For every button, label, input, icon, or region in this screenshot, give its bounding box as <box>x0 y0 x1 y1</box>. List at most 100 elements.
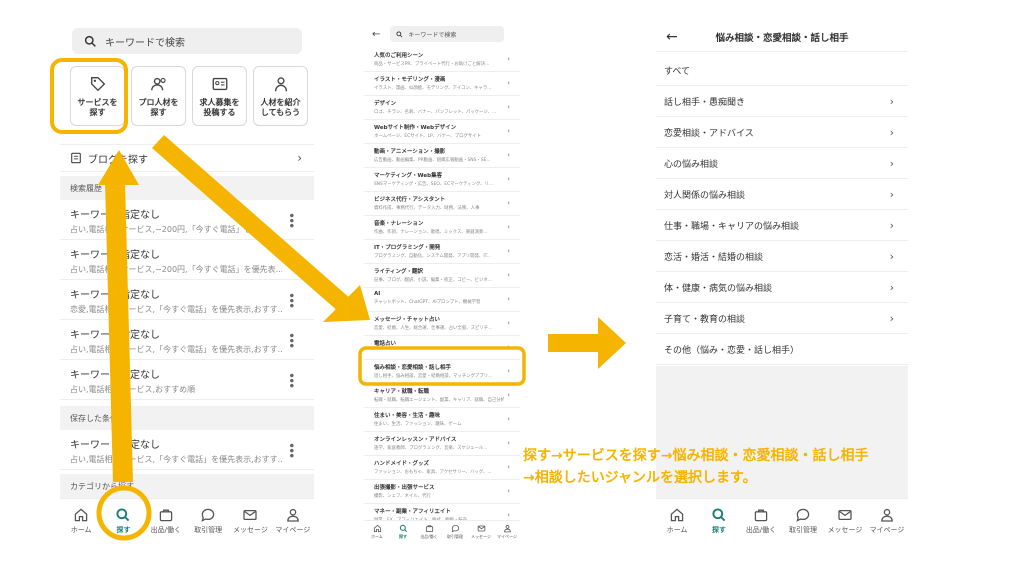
tab-mypage[interactable]: マイページ <box>866 499 908 542</box>
subcategory-row[interactable]: 恋愛相談・アドバイス › <box>656 117 908 148</box>
tab-label: 取引管理 <box>194 525 223 534</box>
tab-messages[interactable]: メッセージ <box>824 499 866 542</box>
tab-sell[interactable]: 出品/働く <box>740 499 782 542</box>
more-icon[interactable]: ••• <box>284 332 298 347</box>
subcategory-row[interactable]: 子育て・教育の相談 › <box>656 303 908 334</box>
category-name: Webサイト制作・Webデザイン <box>374 125 457 131</box>
tab-home[interactable]: ホーム <box>656 499 698 542</box>
history-sub: 占い,電話相談サービス,おすすめ順 <box>70 385 196 394</box>
search-bar[interactable]: キーワードで検索 <box>72 28 302 54</box>
category-name: AI <box>374 291 381 297</box>
user-icon <box>286 508 299 522</box>
chevron-right-icon: › <box>507 319 510 327</box>
history-item[interactable]: キーワード指定なし 占い,電話相談サービス,~200円,「今すぐ電話」を表...… <box>60 200 314 240</box>
subcategory-row[interactable]: 仕事・職場・キャリアの悩み相談 › <box>656 210 908 241</box>
subcategory-row[interactable]: 恋活・婚活・結婚の相談 › <box>656 241 908 272</box>
find-blog-row[interactable]: ブログを探す › <box>60 144 314 172</box>
search-home-screen: キーワードで検索 サービスを 探す プロ人材を 探す 求人募集を 投稿する 人材… <box>60 22 314 542</box>
tab-label: 探す <box>712 525 726 534</box>
more-icon[interactable]: ••• <box>284 372 298 387</box>
bottom-tab-bar: ホーム 探す 出品/働く 取引管理 メッセージ マイページ <box>656 498 908 542</box>
category-row[interactable]: ライティング・翻訳 記事、ブログ、翻訳、小説、編集・校正、コピー、ビジネ... › <box>364 264 520 288</box>
category-name: イラスト・モデリング・漫画 <box>374 77 446 83</box>
subcategory-row[interactable]: すべて <box>656 55 908 86</box>
tab-label: マイページ <box>869 525 905 534</box>
history-sub: 占い,電話相談サービス,~200円,「今すぐ電話」を表... <box>70 225 268 234</box>
bag-icon <box>159 509 173 521</box>
category-row[interactable]: マーケティング・Web集客 SNSマーケティング・広告、SEO、ECマーケティング… <box>364 168 520 192</box>
category-name: 住まい・美容・生活・趣味 <box>374 413 441 419</box>
category-row[interactable]: イラスト・モデリング・漫画 イラスト、漫画、似顔絵、モデリング、アイコン、キャラ.… <box>364 72 520 96</box>
more-icon[interactable]: ••• <box>284 292 298 307</box>
more-icon[interactable]: ••• <box>284 212 298 227</box>
search-icon <box>84 35 96 47</box>
tab-transactions[interactable]: 取引管理 <box>782 499 824 542</box>
history-item[interactable]: キーワード指定なし 占い,電話相談サービス,「今すぐ電話」を優先表示,おすす..… <box>60 320 314 360</box>
more-icon[interactable]: ••• <box>284 442 298 457</box>
category-name: 音楽・ナレーション <box>374 221 424 227</box>
tab-transactions[interactable]: 取引管理 <box>187 499 229 542</box>
history-item[interactable]: キーワード指定なし 占い,電話相談サービス,おすすめ順 ••• <box>60 360 314 400</box>
category-row[interactable]: 動画・アニメーション・撮影 広告動画、動画編集、PR動画、組織広報動画・SNS・S… <box>364 144 520 168</box>
search-bar[interactable]: キーワードで検索 <box>390 26 505 42</box>
subcategory-label: すべて <box>664 66 691 77</box>
category-row[interactable]: キャリア・就職・転職 転職・就職、転職エージェント、副業、キャリア、就職、自己分析… <box>364 384 520 408</box>
category-row[interactable]: IT・プログラミング・開発 プログラミング、自動化、システム開発、アプリ開発、IT… <box>364 240 520 264</box>
find-pro-tile[interactable]: プロ人材を 探す <box>131 66 186 126</box>
tab-search[interactable]: 探す <box>102 499 144 542</box>
tab-search[interactable]: 探す <box>390 521 416 542</box>
history-title: キーワード指定なし <box>70 330 160 341</box>
subcategory-row[interactable]: その他（悩み・恋愛・話し相手） <box>656 334 908 365</box>
tab-label: マイページ <box>275 525 311 534</box>
category-row[interactable]: 電話占い › <box>364 336 520 360</box>
category-row[interactable]: AI チャットボット、ChatGPT、AIプロンプト、機械学習 › <box>364 288 520 312</box>
subcategory-label: 話し相手・愚痴聞き <box>664 97 746 108</box>
category-row[interactable]: 出張撮影・出張サービス 撮影、シェフ、ネイル、代行 › <box>364 480 520 504</box>
history-title: キーワード指定なし <box>70 290 160 301</box>
history-item[interactable]: キーワード指定なし 恋愛,電話相談サービス,「今すぐ電話」を優先表示,おすす..… <box>60 280 314 320</box>
category-row[interactable]: 音楽・ナレーション 作曲、作詞、ナレーション、歌唱、ミックス、楽器演奏... › <box>364 216 520 240</box>
tab-mypage[interactable]: マイページ <box>494 521 520 542</box>
more-icon[interactable]: ••• <box>284 252 298 267</box>
tab-mypage[interactable]: マイページ <box>272 499 314 542</box>
history-header: 検索履歴 <box>60 176 314 200</box>
category-row[interactable]: 住まい・美容・生活・趣味 住まい、生活、ファッション、趣味、ゲーム › <box>364 408 520 432</box>
subcategory-row[interactable]: 心の悩み相談 › <box>656 148 908 179</box>
tab-sell[interactable]: 出品/働く <box>145 499 187 542</box>
chevron-right-icon: › <box>507 367 510 375</box>
category-row[interactable]: メッセージ・チャット占い 恋愛、結婚、人生、総合運、仕事運、占い全般、スピリチ..… <box>364 312 520 336</box>
subcategory-row[interactable]: 体・健康・病気の悩み相談 › <box>656 272 908 303</box>
saved-item[interactable]: キーワード指定なし 占い,電話相談サービス,「今すぐ電話」を優先表示,おすす..… <box>60 430 314 470</box>
chat-icon <box>451 524 459 532</box>
category-row[interactable]: ビジネス代行・アシスタント 資料作成、事務代行、データ入力、財務、法務、人事 › <box>364 192 520 216</box>
chevron-right-icon: › <box>507 463 510 471</box>
find-service-tile[interactable]: サービスを 探す <box>70 66 125 126</box>
bottom-tab-bar: ホーム 探す 出品/働く 取引管理 メッセージ マイページ <box>364 520 520 542</box>
category-desc: ホームページ、ECサイト、LP、バナー、ブログサイト <box>374 134 482 139</box>
tab-home[interactable]: ホーム <box>60 499 102 542</box>
tab-messages[interactable]: メッセージ <box>468 521 494 542</box>
tab-home[interactable]: ホーム <box>364 521 390 542</box>
tab-messages[interactable]: メッセージ <box>229 499 271 542</box>
category-name: マーケティング・Web集客 <box>374 173 443 179</box>
category-row[interactable]: 人気のご利用シーン 商品・サービスPR、プライベート代行・お助けごと解決... › <box>364 48 520 72</box>
post-job-tile[interactable]: 求人募集を 投稿する <box>192 66 247 126</box>
introduce-talent-tile[interactable]: 人材を紹介 してもらう <box>253 66 308 126</box>
tag-icon <box>90 76 105 91</box>
history-item[interactable]: キーワード指定なし 占い,電話相談サービス,~200円,「今すぐ電話」を優先表.… <box>60 240 314 280</box>
category-name: ビジネス代行・アシスタント <box>374 197 446 203</box>
category-row[interactable]: Webサイト制作・Webデザインホームページ、ECサイト、LP、バナー、ブログサ… <box>364 120 520 144</box>
tab-sell[interactable]: 出品/働く <box>416 521 442 542</box>
tab-search[interactable]: 探す <box>698 499 740 542</box>
subcategory-row[interactable]: 話し相手・愚痴聞き › <box>656 86 908 117</box>
subcategory-row[interactable]: 対人関係の悩み相談 › <box>656 179 908 210</box>
category-desc: 資料作成、事務代行、データ入力、財務、法務、人事 <box>374 206 480 211</box>
category-desc: 住まい、生活、ファッション、趣味、ゲーム <box>374 422 462 427</box>
history-sub: 恋愛,電話相談サービス,「今すぐ電話」を優先表示,おすす... <box>70 305 282 314</box>
category-row[interactable]: 悩み相談・恋愛相談・話し相手 話し相手、悩み相談、恋愛・結婚相談、マッチングアプリ… <box>364 360 520 384</box>
back-arrow-icon[interactable]: ← <box>372 29 380 40</box>
category-row[interactable]: ハンドメイド・グッズ ファッション、おもちゃ、家具、アクセサリー、バッグ、... › <box>364 456 520 480</box>
category-row[interactable]: デザイン ロゴ、チラシ、名刺、バナー、パンフレット、パッケージ、... › <box>364 96 520 120</box>
tab-transactions[interactable]: 取引管理 <box>442 521 468 542</box>
category-row[interactable]: オンラインレッスン・アドバイス 語学、家庭教師、プログラミング、音楽、スケジュール… <box>364 432 520 456</box>
